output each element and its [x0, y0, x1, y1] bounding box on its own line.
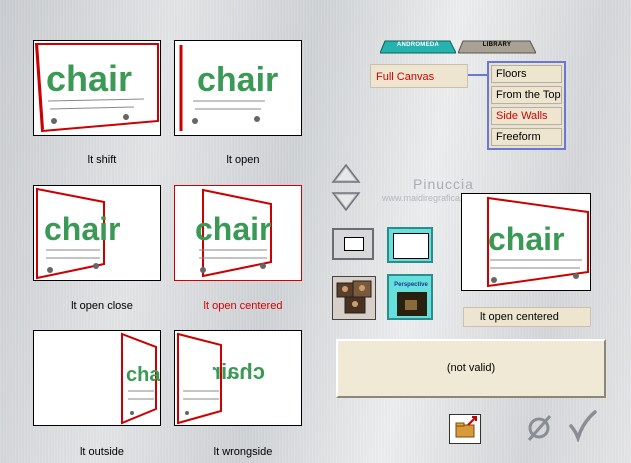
- preset-thumb-lt-outside[interactable]: chair: [33, 330, 161, 426]
- category-menu: Floors From the Top Side Walls Freeform: [487, 61, 566, 150]
- preset-image: chair: [179, 45, 278, 131]
- perspective-button-label: Perspective: [394, 282, 428, 288]
- category-side-walls[interactable]: Side Walls: [491, 107, 562, 125]
- tab-label: LIBRARY: [482, 42, 512, 48]
- photo-frames-icon: [333, 277, 375, 319]
- small-rect-icon: [344, 237, 364, 251]
- full-canvas-selector[interactable]: Full Canvas: [370, 64, 468, 88]
- tab-library[interactable]: LIBRARY: [458, 40, 536, 54]
- preset-thumb-lt-shift[interactable]: chair: [33, 40, 161, 136]
- preset-thumb-lt-open-close[interactable]: chair: [33, 185, 161, 281]
- current-preset-label: lt open centered: [463, 307, 591, 327]
- preset-image: chair: [195, 188, 272, 278]
- tab-andromeda[interactable]: ANDROMEDA: [380, 40, 456, 54]
- ok-check-icon[interactable]: [567, 410, 597, 442]
- preset-image: chair: [121, 332, 160, 425]
- category-floors[interactable]: Floors: [491, 65, 562, 83]
- connector-line: [468, 74, 488, 76]
- category-from-the-top[interactable]: From the Top: [491, 86, 562, 104]
- thumbnail-word: chair: [212, 359, 265, 384]
- preset-image: chair: [34, 43, 159, 133]
- thumbnail-word: chair: [126, 364, 160, 386]
- export-button[interactable]: [449, 414, 481, 444]
- photo-frames-button[interactable]: [332, 276, 376, 320]
- status-panel: (not valid): [336, 339, 606, 398]
- white-frame-button[interactable]: [332, 228, 374, 260]
- thumbnail-word: chair: [488, 221, 564, 257]
- perspective-button[interactable]: Perspective: [387, 274, 433, 320]
- thumbnail-word: chair: [46, 58, 132, 99]
- preset-thumb-lt-open[interactable]: chair: [174, 40, 302, 136]
- folder-export-icon: [455, 416, 477, 438]
- watermark-name: Pinuccia: [413, 176, 474, 192]
- scroll-down-arrow-icon[interactable]: [331, 190, 361, 212]
- perspective-thumb-icon: [397, 292, 427, 316]
- preview-image: chair: [461, 193, 591, 291]
- preset-image: chair: [177, 332, 265, 425]
- thumbnail-word: chair: [44, 211, 120, 247]
- preset-thumb-lt-wrongside[interactable]: chair: [174, 330, 302, 426]
- preset-thumb-lt-open-centered[interactable]: chair: [174, 185, 302, 281]
- watermark-url: www.maidiregrafica.eu: [382, 193, 473, 203]
- preset-caption: lt wrongside: [213, 446, 273, 458]
- thumbnail-word: chair: [195, 211, 271, 247]
- cancel-icon[interactable]: [525, 412, 553, 442]
- preset-caption-selected: lt open centered: [203, 300, 283, 312]
- preview-graphic: chair: [487, 196, 589, 288]
- preset-caption: lt open close: [71, 300, 133, 312]
- preset-caption: lt open: [226, 154, 260, 166]
- preset-caption: lt outside: [79, 446, 125, 458]
- scroll-up-arrow-icon[interactable]: [331, 163, 361, 185]
- preset-image: chair: [36, 187, 120, 280]
- teal-frame-button[interactable]: [387, 227, 433, 263]
- large-rect-icon: [393, 233, 429, 259]
- thumbnail-word: chair: [197, 61, 278, 99]
- tab-label: ANDROMEDA: [396, 42, 440, 48]
- preset-caption: lt shift: [87, 154, 117, 166]
- category-freeform[interactable]: Freeform: [491, 128, 562, 146]
